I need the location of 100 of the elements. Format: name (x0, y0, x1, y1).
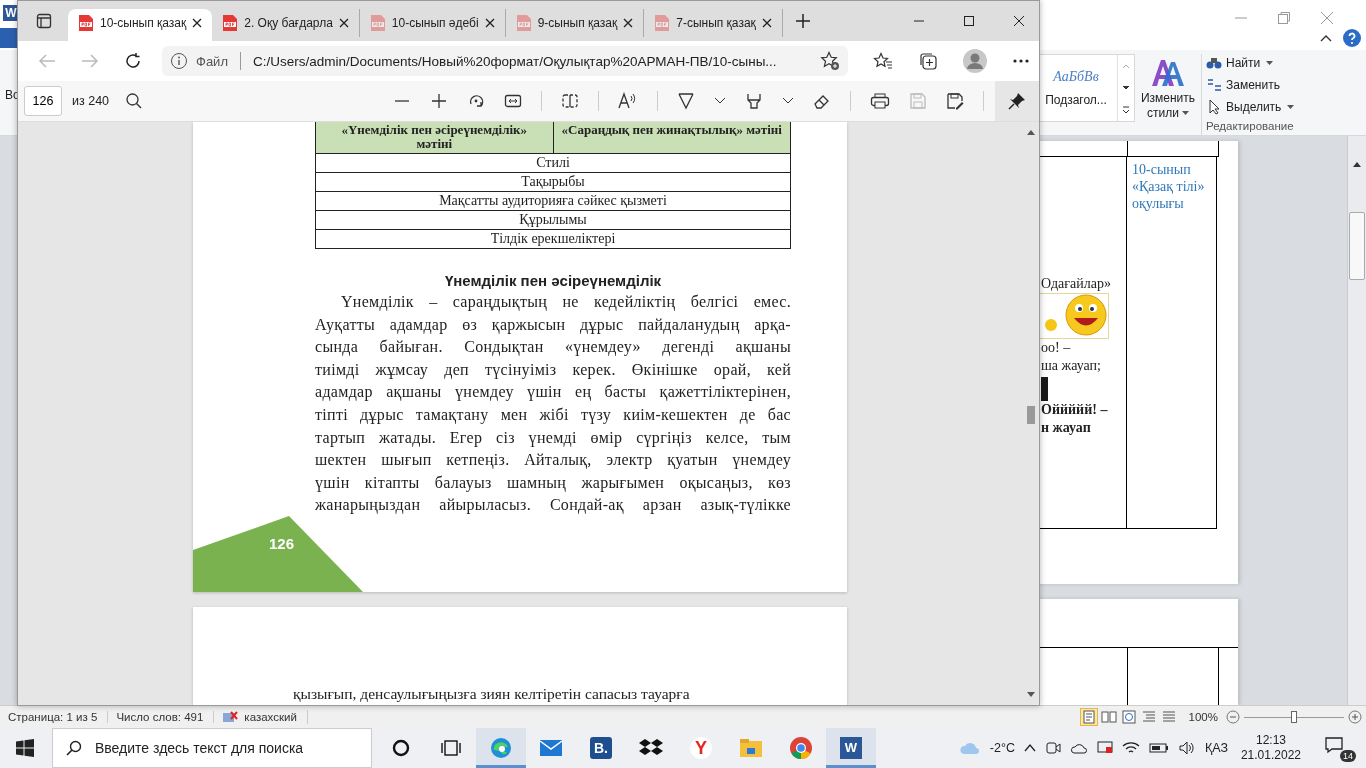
new-tab-icon[interactable] (794, 13, 811, 29)
close-tab-icon[interactable] (192, 18, 203, 28)
monitor-icon[interactable] (1096, 740, 1113, 756)
cell-text: н жауап (1041, 419, 1091, 437)
battery-icon[interactable] (1148, 742, 1169, 754)
read-aloud-icon[interactable] (618, 92, 638, 110)
table-cell: Стилі (316, 154, 790, 173)
ribbon-button[interactable]: Выделить (1206, 98, 1296, 116)
cell-text: Одағайлар» (1041, 275, 1111, 293)
fit-width-icon[interactable] (504, 92, 522, 110)
pin-button[interactable] (995, 81, 1039, 121)
page-view-icon[interactable] (561, 92, 579, 110)
smiley-drawing (1039, 293, 1109, 339)
info-icon (170, 52, 188, 70)
wifi-icon[interactable] (1121, 741, 1140, 755)
table-cell: Мақсатты аудиторияға сәйкес қызметі (316, 192, 790, 211)
print-view-icon[interactable] (1080, 709, 1097, 725)
zoom-out-icon[interactable] (1226, 710, 1240, 724)
style-name[interactable]: Подзагол... (1045, 93, 1107, 107)
scroll-down-icon[interactable] (1026, 691, 1036, 699)
chevron-up-icon[interactable] (1023, 743, 1036, 753)
scheme-label: Файл (196, 53, 228, 69)
page-number-field[interactable]: 126 (24, 86, 62, 116)
browser-tab[interactable]: 2. Оқу бағдарла (212, 9, 360, 37)
caret-icon (1266, 60, 1274, 66)
restore-icon[interactable] (1277, 10, 1291, 25)
scroll-up-icon[interactable] (1351, 160, 1363, 168)
close-tab-icon[interactable] (338, 18, 349, 28)
taskbar-app[interactable]: Y (676, 728, 726, 768)
maximize-icon[interactable] (963, 15, 975, 27)
clock-time[interactable]: 12:13 (1255, 733, 1286, 748)
draw-icon[interactable] (677, 92, 695, 110)
style-preview[interactable]: AaБбВв (1053, 69, 1099, 85)
ribbon-button[interactable]: Найти (1206, 54, 1296, 72)
zoom-in-icon[interactable] (1348, 710, 1362, 724)
change-styles-button[interactable]: Изменить стили (1135, 54, 1201, 135)
notification-count: 14 (1340, 750, 1356, 762)
cell-text: Оййййй! – (1041, 401, 1108, 419)
save-as-icon[interactable] (946, 92, 964, 110)
browser-logo-icon (489, 736, 513, 760)
cloud-sync-icon[interactable] (1069, 741, 1088, 755)
scroll-thumb[interactable] (1027, 406, 1035, 424)
message-icon (1324, 736, 1344, 754)
cell-text: оо! – (1041, 339, 1071, 357)
volume-icon[interactable] (1177, 740, 1196, 756)
profile-avatar-icon[interactable] (963, 49, 987, 73)
chevron-down-icon[interactable] (782, 97, 794, 105)
address-bar[interactable]: Файл C:/Users/admin/Documents/Новый%20формат/Оқулықтар%20АРМАН-ПВ/10-сыны... (162, 46, 848, 76)
word-count[interactable]: Число слов: 491 (108, 711, 215, 723)
windows-start-icon[interactable] (16, 739, 34, 757)
search-icon[interactable] (125, 92, 144, 110)
chevron-down-icon[interactable] (714, 97, 726, 105)
print-icon[interactable] (870, 92, 890, 110)
spelling-icon[interactable] (222, 710, 239, 724)
group-label: Редактирование (1206, 120, 1295, 132)
zoom-in-icon[interactable] (430, 92, 448, 110)
search-field[interactable]: Введите здесь текст для поиска (52, 728, 372, 768)
ribbon-button[interactable]: Заменить (1206, 76, 1296, 94)
tab-actions-icon[interactable] (36, 13, 52, 29)
web-view-icon[interactable] (1120, 709, 1137, 725)
taskbar-app[interactable]: W (826, 728, 876, 768)
gallery-more-icon[interactable] (1120, 105, 1132, 115)
page-count[interactable]: Страница: 1 из 5 (0, 711, 109, 723)
zoom-level[interactable]: 100% (1188, 711, 1218, 723)
rotate-icon[interactable] (467, 92, 485, 110)
taskbar-app[interactable]: B. (576, 728, 626, 768)
body-text: қызығып, денсаулығыңызға зиян келтіретін сапасыз тауарға (293, 685, 691, 703)
highlight-icon[interactable] (745, 92, 763, 110)
page-number: 126 (269, 535, 295, 552)
close-icon[interactable] (1013, 15, 1025, 27)
browser-tab[interactable]: 10-сынып әдебі (359, 9, 506, 37)
replace-icon (1206, 78, 1222, 92)
notification-button[interactable]: 14 (1322, 734, 1356, 762)
table-cell: Құрылымы (316, 211, 790, 230)
file-tab[interactable] (0, 27, 17, 48)
reading-view-icon[interactable] (1100, 709, 1117, 725)
table-cell: Тақырыбы (316, 173, 790, 192)
browser-tab[interactable]: 10-сынып қазақ (68, 9, 213, 41)
slider-thumb[interactable] (1291, 711, 1297, 723)
more-icon[interactable] (1012, 58, 1030, 64)
scroll-thumb[interactable] (1349, 212, 1365, 280)
help-icon[interactable] (1342, 27, 1362, 48)
language-indicator[interactable]: ҚАЗ (1204, 741, 1228, 755)
collections-icon[interactable] (918, 51, 938, 71)
close-tab-icon[interactable] (761, 18, 772, 28)
browser-tab[interactable]: 9-сынып қазақ (505, 9, 645, 37)
refresh-icon[interactable] (124, 52, 142, 70)
browser-tab[interactable]: 7-сынып қазақ (644, 9, 783, 37)
camera-icon[interactable] (1044, 740, 1061, 756)
close-tab-icon[interactable] (623, 18, 634, 28)
table-header: «Үнемділік пен әсіреүнемділік» мәтіні (316, 122, 553, 154)
close-tab-icon[interactable] (484, 18, 495, 28)
star-plus-icon[interactable] (820, 51, 840, 71)
temperature[interactable]: -2°C (989, 741, 1015, 755)
scrollbar[interactable] (1347, 136, 1366, 705)
favorites-icon[interactable] (873, 52, 893, 70)
language-label[interactable]: казахский (244, 711, 297, 723)
page-count: из 240 (72, 94, 110, 108)
clock-date[interactable]: 21.01.2022 (1240, 748, 1301, 763)
body-paragraph: Үнемділік – сараңдықтың не кедейліктің белгісі емес. Ауқатты адамдар өз қаржысын дұрыс пайдаланудың арқа- сында байыған. Сондықтан «үнемдеу» дегенді ақшаны тиімді жұмсау деп түсінуіміз керек. Өкінішке орай, кей адамдар ақшаны үнемдеу үшін ең басты қажеттіліктерінен, тіпті дұрыс тамақтану мен жібі түзу киім-кешектен де бас тартып жатады. Егер сіз үнемді өмір сүргіңіз келсе, тым шектен шығып кетпеңіз. Айталық, электр қуатын үнемдеу үшін кітапты балауыз шамның жарығымен оқысаңыз, көз жанарыңыздан айырыласыз. Сондай-ақ арзан азық-түлікке (315, 292, 791, 516)
